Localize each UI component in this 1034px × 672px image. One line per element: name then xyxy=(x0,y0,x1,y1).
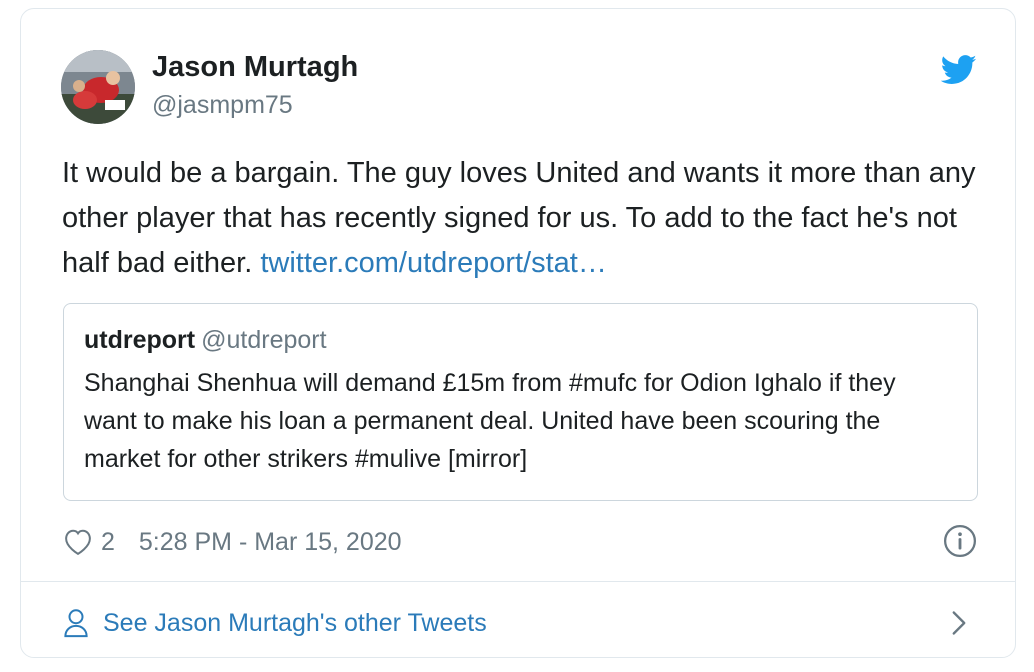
timestamp[interactable]: 5:28 PM - Mar 15, 2020 xyxy=(139,528,402,557)
quoted-tweet[interactable]: utdreport @utdreport Shanghai Shenhua wil… xyxy=(63,303,978,501)
avatar-photo xyxy=(61,50,135,124)
info-icon[interactable] xyxy=(943,524,977,558)
twitter-bird-icon[interactable] xyxy=(941,55,977,85)
author-name[interactable]: Jason Murtagh xyxy=(152,51,358,84)
quoted-tweet-text: Shanghai Shenhua will demand £15m from #… xyxy=(84,369,896,473)
chevron-right-icon[interactable] xyxy=(949,609,969,637)
quoted-author-handle: @utdreport xyxy=(201,326,327,354)
tweet-link[interactable]: twitter.com/utdreport/stat… xyxy=(260,247,607,279)
see-other-tweets-label[interactable]: See Jason Murtagh's other Tweets xyxy=(103,609,487,638)
author-handle[interactable]: @jasmpm75 xyxy=(152,91,293,120)
divider xyxy=(21,581,1015,582)
quoted-author-name: utdreport xyxy=(84,326,196,354)
embedded-tweet-card: Jason Murtagh @jasmpm75 It would be a ba… xyxy=(20,8,1016,658)
see-other-tweets-link[interactable]: See Jason Murtagh's other Tweets xyxy=(63,605,487,641)
quoted-tweet-header: utdreport @utdreport xyxy=(84,326,327,355)
tweet-meta: 2 5:28 PM - Mar 15, 2020 xyxy=(63,524,402,560)
avatar[interactable] xyxy=(61,50,135,124)
heart-icon[interactable] xyxy=(63,528,93,556)
person-icon xyxy=(64,609,88,638)
tweet-body: It would be a bargain. The guy loves Uni… xyxy=(62,151,982,286)
like-count[interactable]: 2 xyxy=(101,528,115,557)
